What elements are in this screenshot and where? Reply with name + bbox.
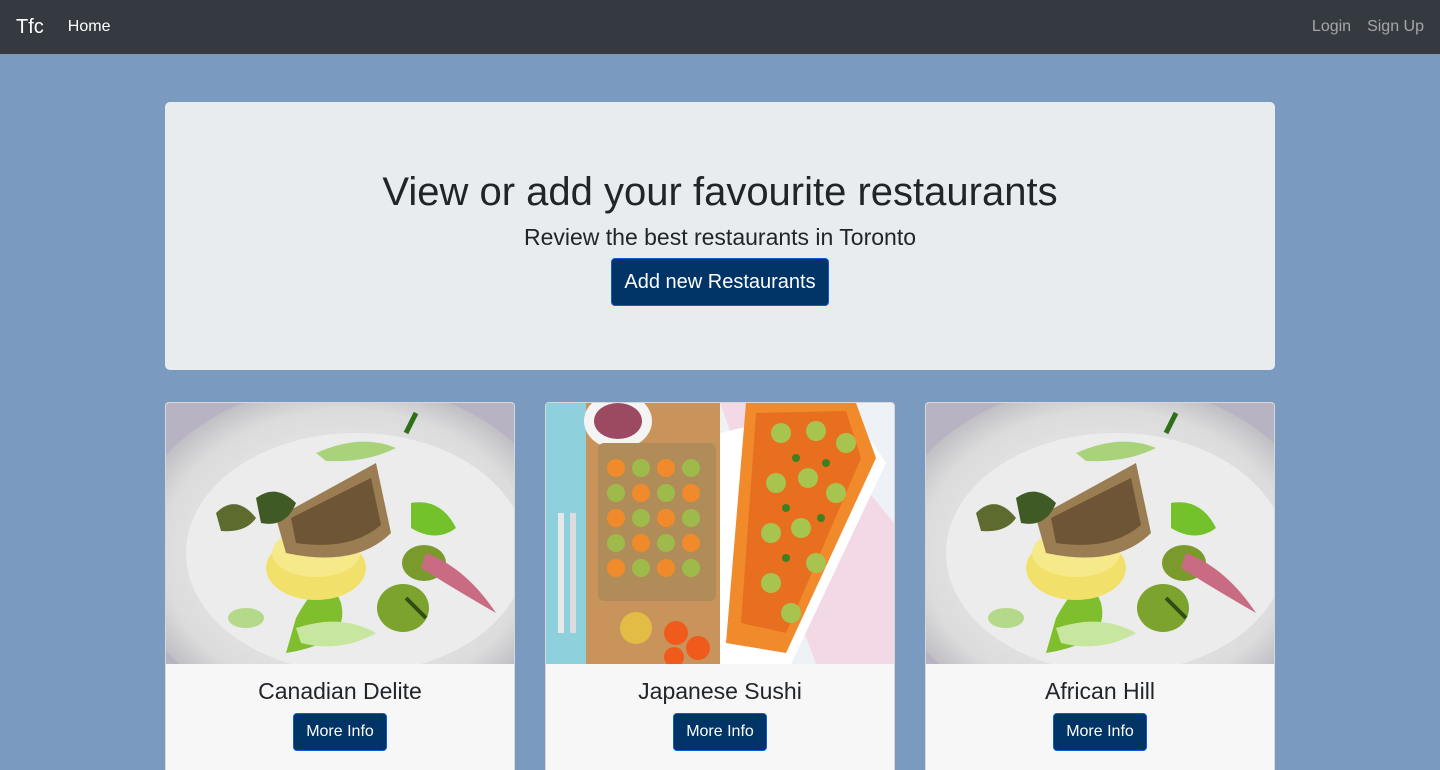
nav-login-link[interactable]: Login bbox=[1312, 18, 1351, 36]
restaurant-card: African Hill More Info bbox=[925, 402, 1275, 770]
restaurant-name: Canadian Delite bbox=[258, 678, 422, 704]
restaurant-photo bbox=[546, 403, 894, 664]
restaurant-photo bbox=[926, 403, 1274, 664]
hero-jumbotron: View or add your favourite restaurants R… bbox=[165, 102, 1275, 370]
navbar: Tfc Home Login Sign Up bbox=[0, 0, 1440, 54]
nav-signup-link[interactable]: Sign Up bbox=[1367, 18, 1424, 36]
more-info-button[interactable]: More Info bbox=[673, 713, 767, 751]
nav-home-link[interactable]: Home bbox=[68, 18, 111, 36]
brand-logo[interactable]: Tfc bbox=[16, 16, 44, 39]
more-info-button[interactable]: More Info bbox=[293, 713, 387, 751]
restaurant-name: African Hill bbox=[1045, 678, 1155, 704]
hero-title: View or add your favourite restaurants bbox=[382, 170, 1058, 214]
restaurant-name: Japanese Sushi bbox=[638, 678, 802, 704]
restaurant-card: Canadian Delite More Info bbox=[165, 402, 515, 770]
nav-auth-links: Login Sign Up bbox=[1312, 18, 1424, 36]
restaurant-photo bbox=[166, 403, 514, 664]
more-info-button[interactable]: More Info bbox=[1053, 713, 1147, 751]
hero-subtitle: Review the best restaurants in Toronto bbox=[523, 224, 917, 250]
restaurant-card: Japanese Sushi More Info bbox=[545, 402, 895, 770]
add-restaurant-button[interactable]: Add new Restaurants bbox=[611, 258, 829, 306]
